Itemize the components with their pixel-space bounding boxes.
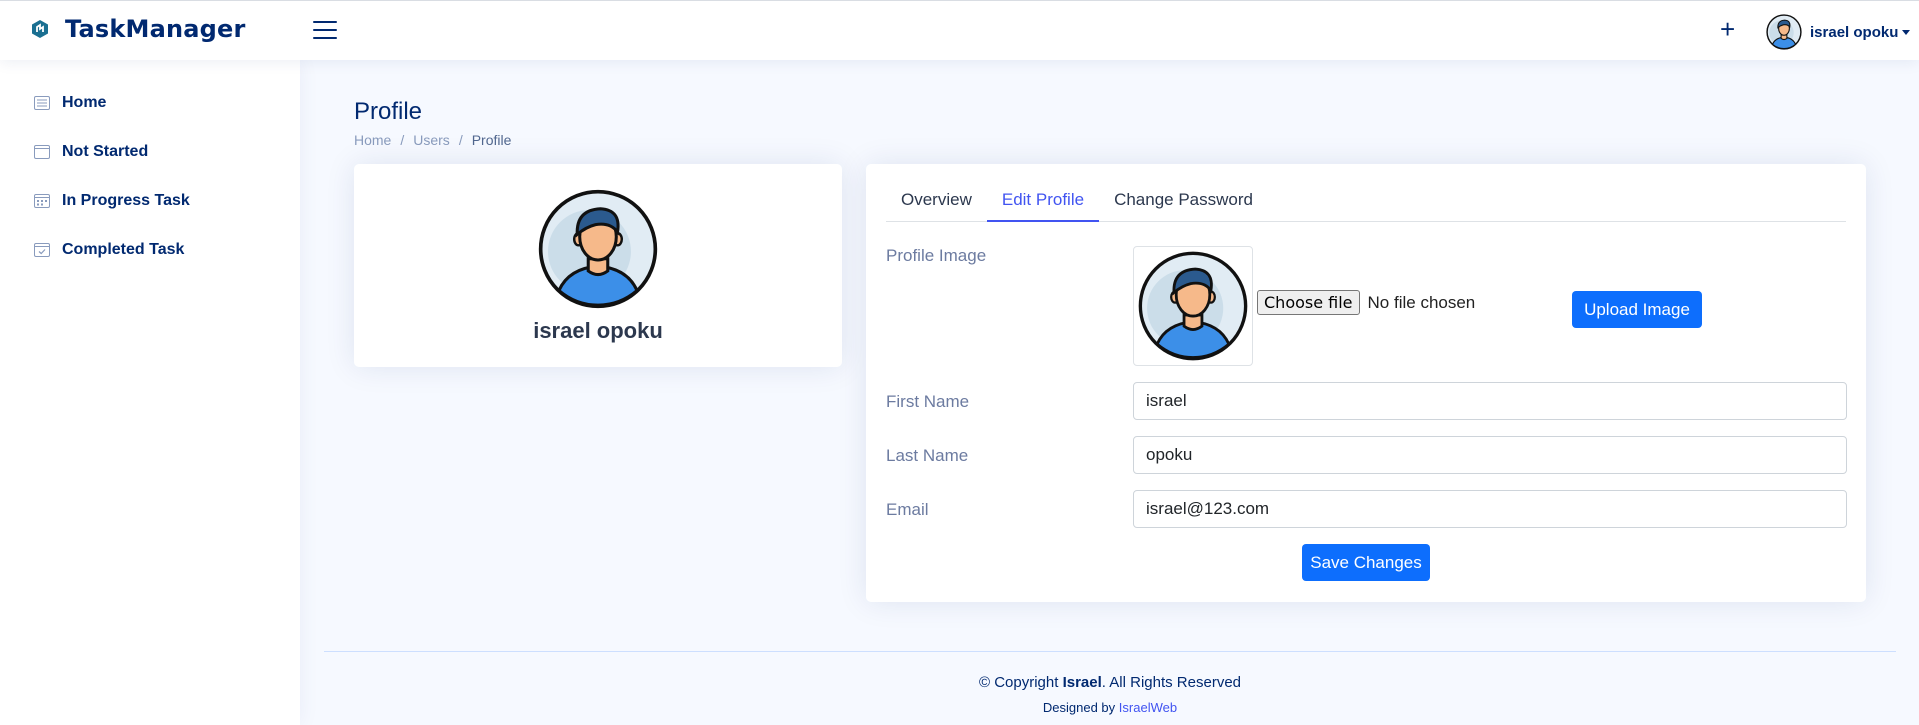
avatar (538, 189, 658, 309)
user-avatar-icon (1766, 14, 1802, 50)
list-icon (34, 95, 50, 110)
tab-change-password[interactable]: Change Password (1099, 182, 1268, 222)
profile-tabs: Overview Edit Profile Change Password (886, 182, 1846, 222)
email-label: Email (886, 500, 929, 519)
sidebar-item-label: In Progress Task (62, 191, 190, 209)
breadcrumb-home[interactable]: Home (354, 132, 391, 148)
designer-link[interactable]: IsraelWeb (1119, 700, 1177, 715)
breadcrumb-profile: Profile (471, 132, 512, 148)
copyright-prefix: © Copyright (978, 674, 1059, 691)
sidebar-item-label: Home (62, 93, 107, 111)
sidebar: Home Not Started In Progress Task Comple… (0, 60, 300, 725)
last-name-field[interactable] (1133, 436, 1847, 474)
user-menu[interactable]: israel opoku (1766, 14, 1911, 50)
no-file-text: No file chosen (1367, 292, 1476, 312)
copyright: © Copyright Israel. All Rights Reserved (324, 674, 1896, 691)
window-icon (34, 144, 50, 159)
profile-name: israel opoku (533, 318, 663, 343)
sidebar-item-in-progress[interactable]: In Progress Task (0, 176, 300, 225)
calendar-check-icon (34, 242, 50, 257)
breadcrumb-separator: / (400, 132, 405, 148)
file-input[interactable]: Choose file No file chosen (1257, 290, 1475, 315)
copyright-owner: Israel (1062, 674, 1102, 691)
tab-overview[interactable]: Overview (886, 182, 987, 222)
hamburger-menu-icon[interactable] (313, 21, 337, 41)
top-header: TaskManager + israel opoku (0, 0, 1919, 60)
profile-image-preview (1133, 246, 1253, 366)
user-name: israel opoku (1810, 23, 1899, 41)
logo-icon (32, 20, 48, 38)
app-name: TaskManager (65, 15, 246, 43)
calendar-icon (34, 193, 50, 208)
sidebar-item-label: Not Started (62, 142, 149, 160)
breadcrumb: Home / Users / Profile (354, 132, 511, 148)
sidebar-item-label: Completed Task (62, 240, 185, 258)
save-changes-button[interactable]: Save Changes (1302, 544, 1430, 581)
avatar (1138, 251, 1248, 361)
breadcrumb-separator: / (458, 132, 463, 148)
profile-card: israel opoku (354, 164, 842, 367)
designed-by-prefix: Designed by (1042, 700, 1116, 715)
copyright-suffix: . All Rights Reserved (1101, 674, 1242, 691)
last-name-label: Last Name (886, 446, 969, 465)
page-title: Profile (354, 98, 423, 125)
profile-image-label: Profile Image (886, 246, 987, 265)
choose-file-button[interactable]: Choose file (1257, 290, 1360, 315)
email-field[interactable] (1133, 490, 1847, 528)
logo[interactable]: TaskManager (30, 15, 246, 43)
page-title-block: Profile Home / Users / Profile (354, 98, 511, 148)
first-name-label: First Name (886, 392, 970, 411)
sidebar-item-home[interactable]: Home (0, 78, 300, 127)
credits: Designed by IsraelWeb (324, 700, 1896, 715)
caret-down-icon (1902, 29, 1911, 35)
footer-divider (324, 651, 1896, 652)
plus-icon[interactable]: + (1720, 14, 1735, 44)
first-name-field[interactable] (1133, 382, 1847, 420)
upload-image-button[interactable]: Upload Image (1572, 291, 1702, 328)
tab-edit-profile[interactable]: Edit Profile (986, 182, 1100, 222)
breadcrumb-users: Users (413, 132, 450, 148)
sidebar-item-completed[interactable]: Completed Task (0, 225, 300, 274)
edit-profile-card: Overview Edit Profile Change Password Pr… (866, 164, 1866, 602)
sidebar-item-not-started[interactable]: Not Started (0, 127, 300, 176)
